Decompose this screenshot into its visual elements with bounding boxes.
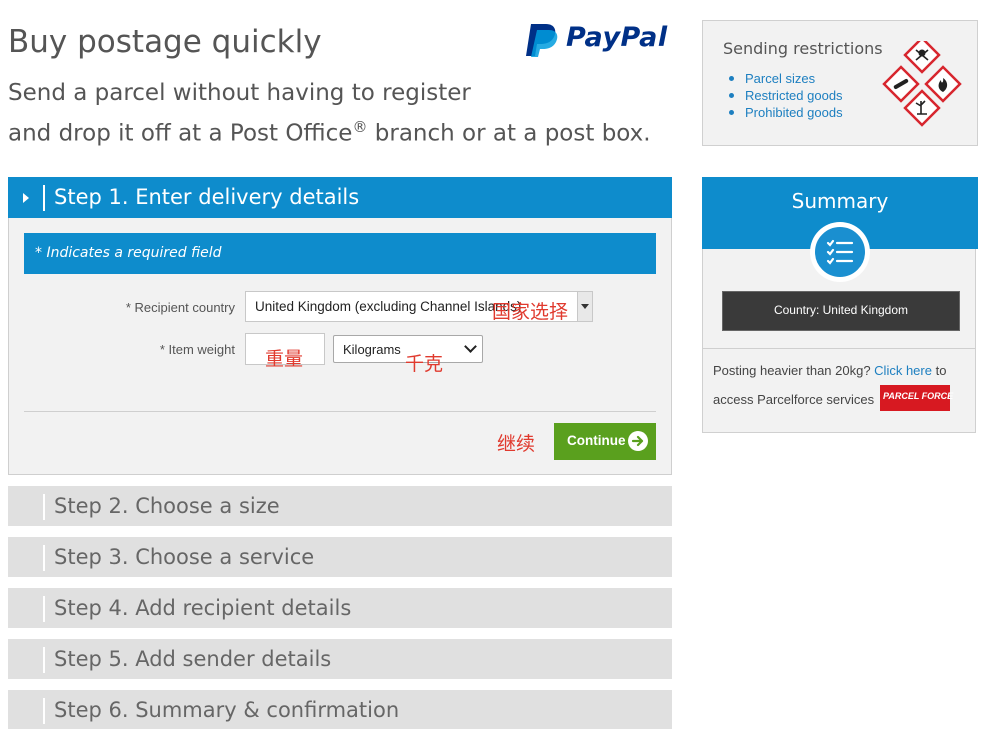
recipient-country-label: * Recipient country [125, 300, 235, 315]
step4-header[interactable]: Step 4. Add recipient details [8, 588, 672, 628]
summary-title: Summary [791, 189, 889, 213]
continue-button[interactable]: Continue [554, 423, 656, 460]
annotation-continue: 继续 [497, 433, 536, 455]
parcelforce-logo: PARCEL FORCE [880, 385, 954, 411]
click-here-link[interactable]: Click here [874, 363, 932, 378]
step-separator [43, 698, 45, 724]
sending-restrictions-title: Sending restrictions [723, 39, 883, 58]
link-prohibited-goods[interactable]: Prohibited goods [727, 104, 843, 121]
form-divider [24, 411, 656, 412]
summary-divider [703, 348, 975, 349]
step1-form: * Indicates a required field * Recipient… [8, 218, 672, 475]
chevron-down-icon [464, 340, 477, 353]
page-title: Buy postage quickly [8, 24, 322, 60]
caret-right-icon [23, 193, 29, 203]
page-subtitle-line2: and drop it off at a Post Office® branch… [8, 118, 651, 147]
paypal-logo: PayPal [522, 22, 674, 58]
summary-country-text: Country: United Kingdom [773, 303, 909, 317]
parcelforce-note-line2: access Parcelforce services [713, 392, 875, 407]
sending-restrictions-panel: Sending restrictions Parcel sizes Restri… [702, 20, 978, 146]
step5-header[interactable]: Step 5. Add sender details [8, 639, 672, 679]
dropdown-arrow-icon[interactable] [577, 292, 592, 321]
paypal-p-icon [526, 24, 558, 57]
step5-title: Step 5. Add sender details [54, 647, 332, 671]
parcelforce-logo-text: PARCEL FORCE [883, 391, 954, 401]
annotation-country: 国家选择 [492, 301, 569, 323]
step6-title: Step 6. Summary & confirmation [54, 698, 400, 722]
checklist-icon [810, 222, 870, 282]
restrictions-list: Parcel sizes Restricted goods Prohibited… [727, 70, 843, 121]
step1-title: Step 1. Enter delivery details [54, 185, 360, 209]
step-separator [43, 647, 45, 673]
step2-header[interactable]: Step 2. Choose a size [8, 486, 672, 526]
subtitle-part-a: and drop it off at a Post Office [8, 120, 353, 147]
continue-button-label: Continue [567, 433, 626, 448]
arrow-right-circle-icon [628, 431, 648, 451]
step-separator [43, 596, 45, 622]
step-separator [43, 545, 45, 571]
parcelforce-note-line1: Posting heavier than 20kg? Click here to [713, 363, 946, 378]
step1-header[interactable]: Step 1. Enter delivery details [8, 177, 672, 218]
page-subtitle-line1: Send a parcel without having to register [8, 80, 471, 106]
item-weight-label: * Item weight [159, 342, 235, 357]
summary-country-box: Country: United Kingdom [722, 291, 960, 331]
link-parcel-sizes[interactable]: Parcel sizes [727, 70, 843, 87]
to-text: to [931, 363, 947, 378]
step6-header[interactable]: Step 6. Summary & confirmation [8, 690, 672, 729]
subtitle-part-b: branch or at a post box. [367, 120, 651, 147]
required-field-banner: * Indicates a required field [24, 233, 656, 274]
annotation-unit: 千克 [405, 353, 444, 375]
heavier-text: Posting heavier than 20kg? [713, 363, 875, 378]
step-separator [43, 185, 45, 211]
step2-title: Step 2. Choose a size [54, 494, 280, 518]
summary-panel: Summary Country: United Kingdom Posting … [702, 177, 978, 433]
annotation-weight: 重量 [265, 348, 304, 370]
step3-header[interactable]: Step 3. Choose a service [8, 537, 672, 577]
step3-title: Step 3. Choose a service [54, 545, 315, 569]
registered-mark: ® [352, 118, 368, 136]
paypal-logo-text: PayPal [566, 22, 668, 53]
hazard-symbols-icon [882, 41, 962, 127]
required-field-note: * Indicates a required field [35, 245, 222, 261]
recipient-country-value: United Kingdom (excluding Channel Island… [255, 299, 522, 314]
step-separator [43, 494, 45, 520]
weight-unit-value: Kilograms [343, 342, 401, 357]
step4-title: Step 4. Add recipient details [54, 596, 352, 620]
link-restricted-goods[interactable]: Restricted goods [727, 87, 843, 104]
